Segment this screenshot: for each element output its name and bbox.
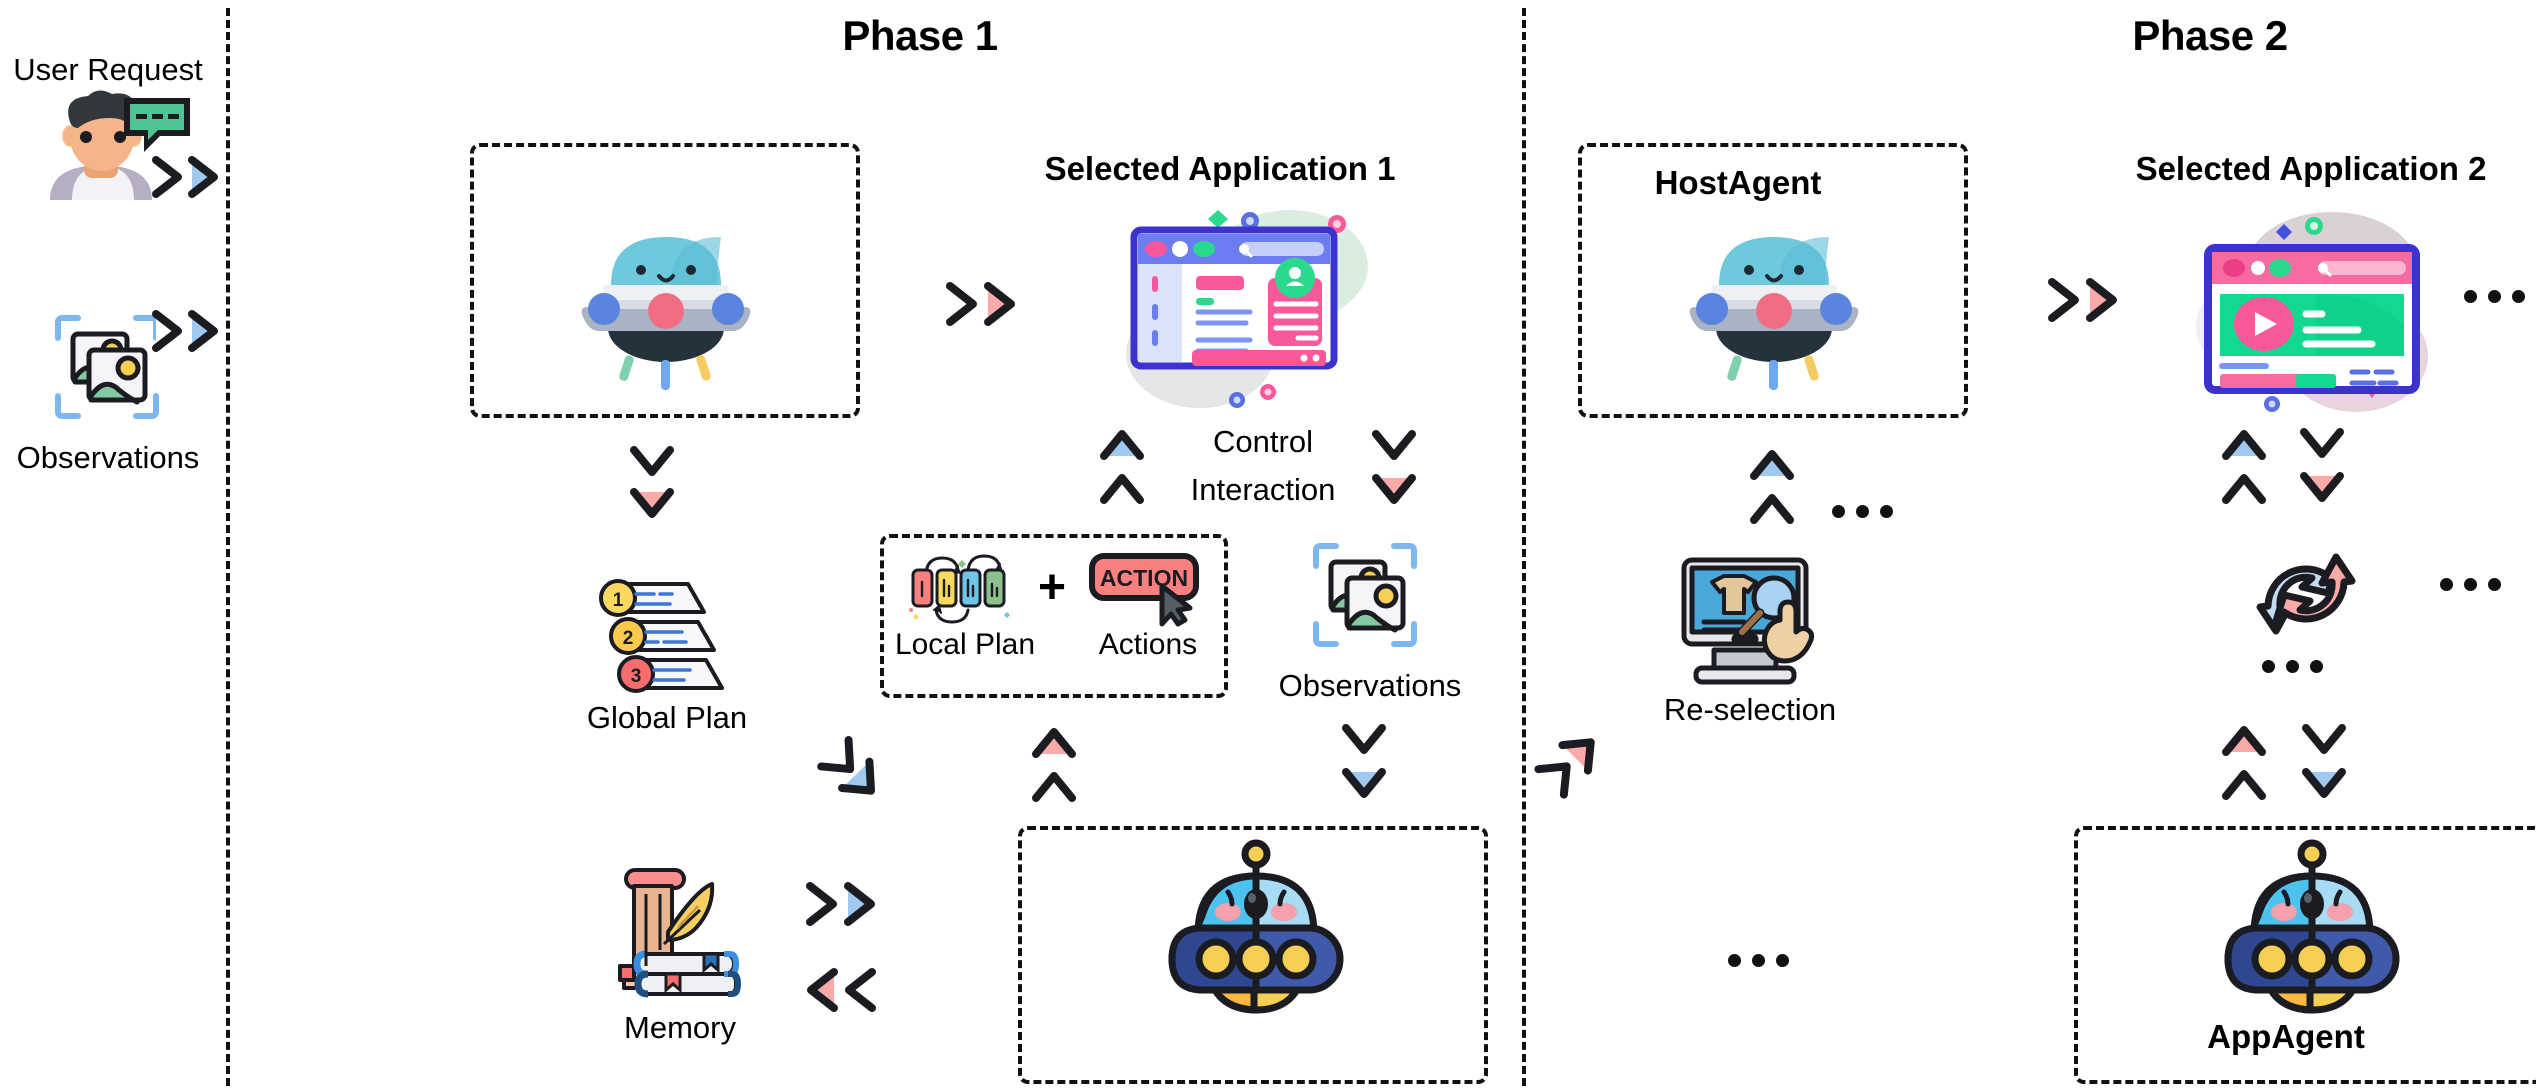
phase-1-title: Phase 1 (842, 12, 998, 59)
ufo-host-agent-icon-phase2 (1683, 210, 1865, 405)
double-chevron-down-pink-host (620, 440, 684, 536)
ufo-app-agent-icon-phase2 (2214, 838, 2410, 1014)
double-chevron-right-blue-user (148, 146, 232, 208)
svg-text:2: 2 (623, 628, 634, 649)
double-chevron-left-pink-memory (800, 958, 892, 1022)
double-chevron-down-pink-interaction-phase2 (2290, 418, 2354, 514)
ellipsis-refresh-below (2262, 660, 2323, 673)
phase-2-title: Phase 2 (2132, 12, 2288, 59)
double-chevron-down-blue-observations (1332, 714, 1396, 810)
svg-text:3: 3 (631, 666, 642, 687)
double-chevron-right-blue-obs (148, 300, 232, 362)
double-chevron-up-blue-control-phase2 (2212, 420, 2276, 516)
browser-window-video-icon (2166, 190, 2446, 414)
ellipsis-phase2-upper (1832, 505, 1893, 518)
ellipsis-app2 (2464, 290, 2525, 303)
selected-application-1-title: Selected Application 1 (1044, 150, 1396, 187)
circular-refresh-icon (2238, 538, 2374, 650)
double-chevron-right-pink-app1 (940, 272, 1032, 336)
user-request-label: User Request (13, 52, 203, 87)
double-chevron-up-right-pink-transition (1530, 724, 1626, 820)
actions-label: Actions (1098, 628, 1198, 661)
double-chevron-right-blue-memory (800, 872, 892, 936)
double-chevron-down-blue-phase2-bottom (2292, 714, 2356, 810)
ellipsis-phase2-lower (1728, 954, 1789, 967)
pillar-books-quill-icon (604, 868, 756, 1004)
browser-window-profile-icon (1090, 194, 1370, 414)
numbered-list-icon: 1 2 3 (592, 578, 742, 698)
re-selection-label: Re-selection (1663, 692, 1837, 727)
action-button-cursor-icon: ACTION (1086, 548, 1206, 627)
local-plan-label: Local Plan (894, 628, 1036, 661)
control-label: Control (1213, 424, 1313, 459)
interaction-label: Interaction (1190, 472, 1336, 507)
action-button-text: ACTION (1100, 565, 1188, 591)
cards-cycle-icon (906, 548, 1020, 624)
selected-application-2-title: Selected Application 2 (2135, 150, 2487, 187)
double-chevron-up-blue-phase2 (1740, 440, 1804, 536)
plus-symbol: + (1037, 561, 1067, 614)
double-chevron-down-pink-interaction (1362, 420, 1426, 516)
observations-label-phase1: Observations (1278, 668, 1462, 703)
double-chevron-right-pink-app2 (2042, 268, 2134, 332)
monitor-search-hand-icon (1670, 556, 1830, 692)
ufo-host-agent-icon-phase1 (575, 210, 757, 405)
diagram-canvas: Phase 1 Phase 2 User Request Observation… (0, 0, 2536, 1090)
app-agent-title-phase2: AppAgent (2074, 1018, 2536, 1056)
observations-label-left: Observations (16, 440, 200, 475)
memory-label: Memory (624, 1010, 736, 1045)
double-chevron-up-pink-localplan (1022, 718, 1086, 814)
image-scan-icon-phase1 (1300, 530, 1430, 660)
global-plan-label: Global Plan (586, 700, 748, 735)
svg-text:1: 1 (613, 590, 624, 611)
ufo-app-agent-icon-phase1 (1158, 838, 1354, 1014)
ellipsis-refresh-right (2440, 578, 2501, 591)
double-chevron-up-blue-control (1090, 420, 1154, 516)
double-chevron-down-right-blue (800, 736, 890, 826)
double-chevron-up-pink-phase2-bottom (2212, 716, 2276, 812)
